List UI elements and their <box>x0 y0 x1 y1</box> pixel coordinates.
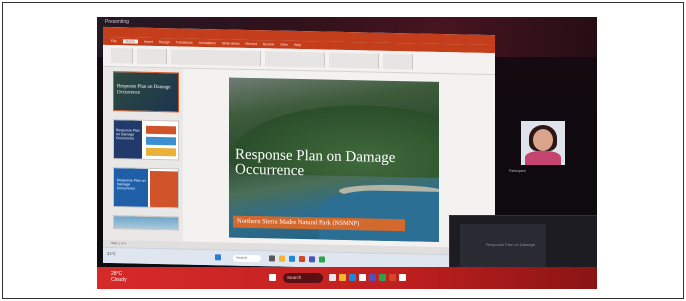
slide-thumbnails-pane: Response Plan on Damage Occurrence Respo… <box>103 66 183 249</box>
ribbon-tab-review[interactable]: Review <box>263 42 274 46</box>
teams-icon[interactable] <box>309 256 315 263</box>
thumbnail-3-title: Response Plan on Damage Occurrence <box>117 178 146 191</box>
weather-desc: Cloudy <box>111 277 127 283</box>
weather-widget[interactable]: 28°C Cloudy <box>111 271 127 283</box>
ribbon-tab-insert[interactable]: Insert <box>144 40 153 44</box>
chrome-icon[interactable] <box>379 274 386 281</box>
ribbon-tab-transitions[interactable]: Transitions <box>176 40 193 44</box>
start-icon[interactable] <box>215 254 221 261</box>
taskview-icon[interactable] <box>269 255 275 262</box>
participant-name-tag: Participant <box>509 169 526 173</box>
edge-icon[interactable] <box>349 274 356 281</box>
paragraph-group[interactable] <box>265 51 325 68</box>
thumbnail-2-box <box>146 125 176 135</box>
thumbnail-1-title: Response Plan on Damage Occurrence <box>117 84 171 96</box>
ribbon-tab-view[interactable]: View <box>280 43 288 47</box>
file-explorer-icon[interactable] <box>339 274 346 281</box>
clipboard-group[interactable] <box>111 48 133 64</box>
ribbon-tab-animations[interactable]: Animations <box>199 41 216 45</box>
taskview-icon[interactable] <box>329 274 336 281</box>
taskbar-search-box[interactable]: Search <box>283 273 323 283</box>
chrome-icon[interactable] <box>319 256 325 263</box>
ribbon-tab-record[interactable]: Record <box>246 42 257 46</box>
slide-thumbnail-2[interactable]: Response Plan on Damage Occurrence <box>113 119 179 161</box>
slide-thumbnail-1[interactable]: Response Plan on Damage Occurrence <box>113 71 179 113</box>
meeting-window-title: Presenting <box>105 19 129 25</box>
slide-counter: Slide 1 of 4 <box>111 241 127 246</box>
desktop-taskbar: 28°C Cloudy Search <box>97 267 597 289</box>
main-slide: Response Plan on Damage Occurrence North… <box>229 77 439 242</box>
thumbnail-2-box <box>146 136 176 146</box>
slide-thumbnail-4[interactable] <box>113 215 179 231</box>
thumbnail-2-panel: Response Plan on Damage Occurrence <box>114 120 142 161</box>
editing-group[interactable] <box>383 53 413 70</box>
powerpoint-icon[interactable] <box>389 274 396 281</box>
ribbon-tab-slideshow[interactable]: Slide Show <box>222 41 240 45</box>
ribbon-tab-file[interactable]: File <box>111 39 117 43</box>
ribbon-tab-design[interactable]: Design <box>159 40 170 44</box>
participant-video-tile[interactable] <box>521 121 565 165</box>
powerpoint-icon[interactable] <box>299 256 305 263</box>
app-icon[interactable] <box>399 274 406 281</box>
participant-shirt <box>525 151 561 165</box>
thumbnail-2-title: Response Plan on Damage Occurrence <box>116 128 140 141</box>
start-icon[interactable] <box>269 274 276 281</box>
ribbon-tab-home[interactable]: Home <box>122 39 138 44</box>
edge-icon[interactable] <box>289 255 295 262</box>
powerpoint-window: File Home Insert Design Transitions Anim… <box>103 26 495 272</box>
slide-title: Response Plan on Damage Occurrence <box>235 146 396 180</box>
slides-group[interactable] <box>137 48 167 65</box>
thumbnail-3-box <box>150 170 178 208</box>
slide-banner: Northern Sierra Madre Natural Park (NSMN… <box>233 215 405 232</box>
thumbnail-2-box <box>146 147 176 157</box>
second-monitor-text: Response Plan on Damage <box>486 242 535 247</box>
file-explorer-icon[interactable] <box>279 255 285 262</box>
photo: Presenting File Home Insert Design Trans… <box>97 17 597 289</box>
teams-icon[interactable] <box>369 274 376 281</box>
laptop-weather[interactable]: 31°C <box>107 251 116 256</box>
font-group[interactable] <box>171 49 261 67</box>
drawing-group[interactable] <box>329 52 379 69</box>
laptop-search-box[interactable]: Search <box>233 254 261 263</box>
store-icon[interactable] <box>359 274 366 281</box>
thumbnail-3-panel: Response Plan on Damage Occurrence <box>114 168 148 209</box>
ribbon-tab-help[interactable]: Help <box>294 43 301 47</box>
slide-sea <box>319 189 439 242</box>
slide-thumbnail-3[interactable]: Response Plan on Damage Occurrence <box>113 167 179 209</box>
participant-face <box>533 129 553 151</box>
image-frame: Presenting File Home Insert Design Trans… <box>2 2 684 299</box>
